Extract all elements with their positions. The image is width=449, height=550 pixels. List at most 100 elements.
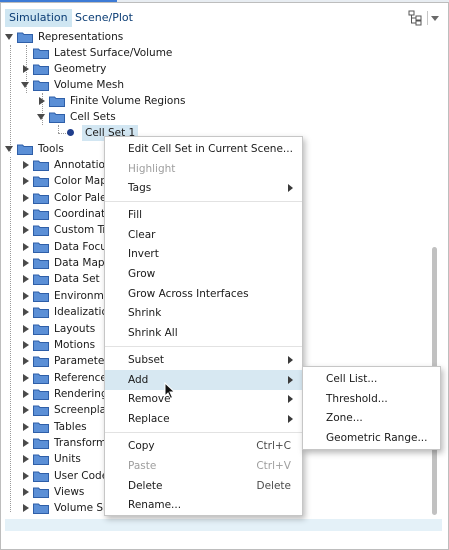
collapse-arrow-icon[interactable] (23, 406, 29, 415)
tree-view-icon[interactable] (408, 10, 422, 26)
folder-icon (33, 422, 49, 433)
tab-simulation[interactable]: Simulation (5, 9, 72, 27)
collapse-arrow-icon[interactable] (23, 438, 29, 447)
collapse-arrow-icon[interactable] (23, 65, 29, 73)
collapse-arrow-icon[interactable] (23, 161, 29, 169)
menu-item-shrink-all[interactable]: Shrink All (105, 323, 302, 343)
menu-item-copy[interactable]: Copy Ctrl+C (105, 436, 302, 456)
menu-item-grow[interactable]: Grow (105, 264, 302, 284)
shortcut-label: Ctrl+V (256, 460, 291, 472)
menu-item-edit-cell-set[interactable]: Edit Cell Set in Current Scene... (105, 139, 302, 159)
collapse-arrow-icon[interactable] (23, 455, 29, 464)
tree-item-label: Cell Sets (70, 111, 116, 123)
menu-item-grow-across-interfaces[interactable]: Grow Across Interfaces (105, 284, 302, 304)
submenu-arrow-icon (288, 356, 293, 364)
tree-item-label: Reference (54, 371, 107, 384)
folder-icon (33, 340, 49, 351)
expand-arrow-icon[interactable] (5, 34, 13, 40)
collapse-arrow-icon[interactable] (23, 373, 29, 382)
menu-item-paste[interactable]: Paste Ctrl+V (105, 456, 302, 476)
chevron-down-icon[interactable] (431, 16, 439, 21)
tree-item-label: Views (54, 486, 85, 498)
folder-icon (33, 160, 49, 171)
folder-icon (33, 242, 49, 253)
menu-item-shrink[interactable]: Shrink (105, 303, 302, 323)
tab-scene-plot[interactable]: Scene/Plot (71, 9, 137, 27)
menu-item-add[interactable]: Add (105, 370, 302, 390)
tree-item-label: Color Pale (54, 191, 107, 204)
collapse-arrow-icon[interactable] (23, 177, 29, 186)
folder-icon (33, 176, 49, 188)
folder-icon (33, 503, 49, 515)
toolbar-separator (427, 11, 428, 25)
collapse-arrow-icon[interactable] (23, 471, 29, 480)
tree-item-label: Idealizatio (54, 306, 108, 319)
submenu-item-cell-list[interactable]: Cell List... (303, 369, 440, 389)
collapse-arrow-icon[interactable] (23, 340, 29, 349)
collapse-arrow-icon[interactable] (23, 275, 29, 284)
collapse-arrow-icon[interactable] (23, 291, 29, 300)
folder-icon (33, 487, 49, 498)
tree-item-label: Latest Surface/Volume (54, 47, 173, 59)
collapse-arrow-icon[interactable] (23, 226, 29, 235)
collapse-arrow-icon[interactable] (23, 324, 29, 333)
tree-item-label: Coordinat (54, 208, 106, 221)
collapse-arrow-icon[interactable] (23, 210, 29, 219)
menu-separator (105, 432, 302, 433)
tree-item-label: Volume Mesh (54, 79, 125, 91)
tree-item-label: Environm (54, 289, 104, 302)
menu-item-remove[interactable]: Remove (105, 389, 302, 409)
tree-guide (10, 157, 11, 512)
submenu-item-threshold[interactable]: Threshold... (303, 389, 440, 409)
tree-item-label: Data Set F (54, 273, 110, 286)
menu-item-invert[interactable]: Invert (105, 244, 302, 264)
folder-icon (33, 258, 49, 270)
folder-icon (49, 112, 65, 123)
tree-item-label: User Code (54, 469, 109, 482)
collapse-arrow-icon[interactable] (39, 97, 45, 105)
submenu-arrow-icon (288, 184, 293, 192)
menu-item-fill[interactable]: Fill (105, 205, 302, 225)
tree-item-label: Layouts (54, 322, 96, 335)
submenu-item-zone[interactable]: Zone... (303, 408, 440, 428)
menu-separator (105, 201, 302, 202)
collapse-arrow-icon[interactable] (23, 308, 29, 317)
mouse-pointer-icon (164, 382, 176, 400)
collapse-arrow-icon[interactable] (23, 488, 29, 496)
menu-item-subset[interactable]: Subset (105, 350, 302, 370)
collapse-arrow-icon[interactable] (23, 504, 29, 513)
collapse-arrow-icon[interactable] (23, 193, 29, 202)
tree-item-label: Transform (54, 436, 107, 449)
tree-item-label: Geometry (54, 63, 107, 75)
expand-arrow-icon[interactable] (5, 146, 13, 152)
menu-item-replace[interactable]: Replace (105, 409, 302, 429)
folder-icon (33, 438, 49, 449)
menu-item-delete[interactable]: Delete Delete (105, 476, 302, 496)
folder-icon (33, 64, 49, 75)
folder-icon (17, 144, 33, 155)
submenu-arrow-icon (288, 395, 293, 403)
menu-item-rename[interactable]: Rename... (105, 495, 302, 515)
collapse-arrow-icon[interactable] (23, 357, 29, 366)
expand-arrow-icon[interactable] (21, 82, 29, 88)
folder-icon (33, 389, 49, 400)
folder-icon (33, 405, 49, 417)
tree-item-label: Tools (38, 143, 64, 155)
menu-item-clear[interactable]: Clear (105, 225, 302, 245)
folder-icon (33, 80, 49, 91)
collapse-arrow-icon[interactable] (23, 389, 29, 398)
menu-separator (105, 346, 302, 347)
collapse-arrow-icon[interactable] (23, 259, 29, 268)
collapse-arrow-icon[interactable] (23, 242, 29, 251)
folder-icon (33, 454, 49, 466)
tree-item-label: Volume Sh (54, 502, 110, 515)
folder-icon (33, 307, 49, 319)
menu-item-tags[interactable]: Tags (105, 178, 302, 198)
submenu-arrow-icon (288, 376, 293, 384)
folder-icon (33, 373, 49, 384)
menu-item-highlight[interactable]: Highlight (105, 159, 302, 179)
submenu-item-geometric-range[interactable]: Geometric Range... (303, 428, 440, 448)
folder-icon (33, 48, 49, 59)
expand-arrow-icon[interactable] (37, 114, 45, 120)
collapse-arrow-icon[interactable] (23, 422, 29, 431)
